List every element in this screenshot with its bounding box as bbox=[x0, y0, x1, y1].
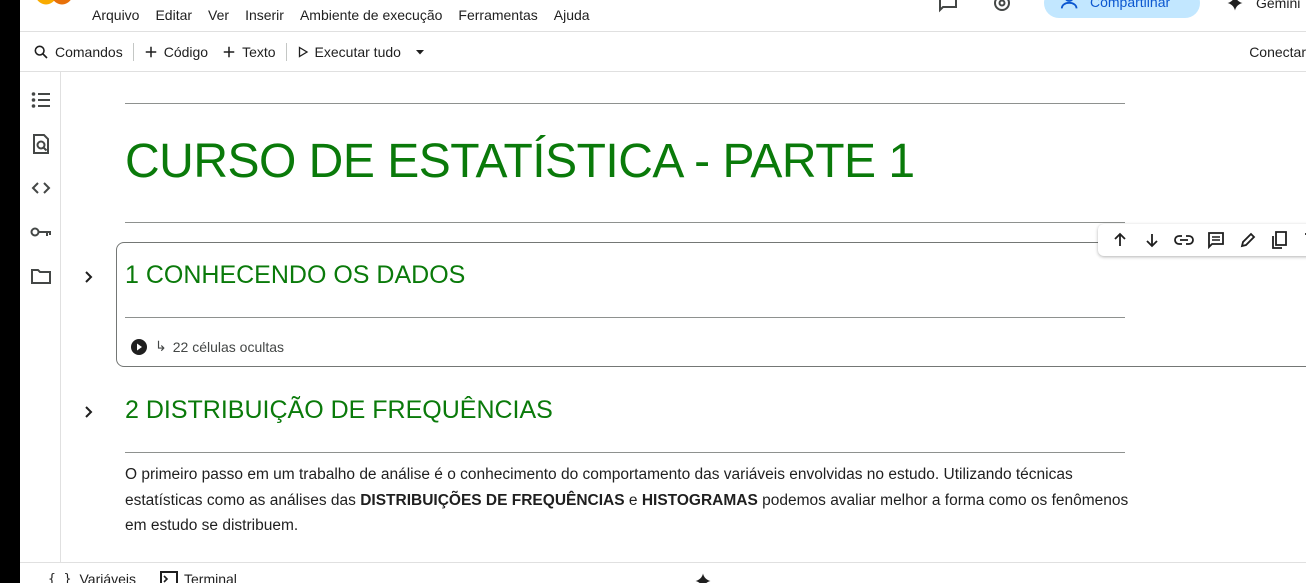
mirror-cell-icon[interactable] bbox=[1264, 224, 1296, 256]
notebook-area: CURSO DE ESTATÍSTICA - PARTE 1 1 CONHECE… bbox=[61, 72, 1306, 562]
connect-button[interactable]: Conectar bbox=[1249, 44, 1306, 60]
files-folder-icon[interactable] bbox=[30, 265, 52, 287]
hidden-cells-label: 22 células ocultas bbox=[172, 338, 285, 355]
gemini-sparkle-icon bbox=[1227, 0, 1243, 11]
terminal-button[interactable]: Terminal bbox=[160, 571, 237, 583]
search-icon bbox=[34, 45, 48, 59]
paragraph-bold-text: DISTRIBUIÇÕES DE FREQUÊNCIAS bbox=[360, 491, 625, 509]
menu-bar: Arquivo Editar Ver Inserir Ambiente de e… bbox=[20, 0, 1306, 31]
section-heading-2: 2 DISTRIBUIÇÃO DE FREQUÊNCIAS bbox=[125, 396, 553, 424]
horizontal-rule bbox=[125, 222, 1125, 223]
left-edge-strip bbox=[0, 0, 20, 583]
add-code-label: Código bbox=[163, 43, 209, 60]
horizontal-rule bbox=[125, 452, 1125, 453]
delete-icon[interactable] bbox=[1296, 224, 1306, 256]
bottom-status-bar: { } Variáveis Terminal bbox=[20, 562, 1306, 583]
terminal-label: Terminal bbox=[184, 571, 237, 583]
variables-button[interactable]: { } Variáveis bbox=[48, 571, 136, 583]
add-text-label: Texto bbox=[242, 43, 276, 60]
menu-inserir[interactable]: Inserir bbox=[245, 7, 284, 23]
toolbar-divider bbox=[285, 42, 287, 61]
caret-down-icon bbox=[415, 49, 424, 54]
move-up-icon[interactable] bbox=[1104, 224, 1136, 256]
link-icon[interactable] bbox=[1168, 224, 1200, 256]
play-circle-icon[interactable] bbox=[131, 338, 147, 355]
notebook-toolbar: Comandos Código Texto Executar tudo Cone… bbox=[20, 31, 1306, 72]
run-all-label: Executar tudo bbox=[314, 43, 401, 60]
section-heading-1: 1 CONHECENDO OS DADOS bbox=[125, 261, 466, 289]
hidden-cells-indicator[interactable]: ↳ 22 células ocultas bbox=[131, 338, 284, 355]
play-outline-icon bbox=[298, 45, 308, 58]
horizontal-rule bbox=[125, 317, 1125, 318]
plus-icon bbox=[145, 46, 156, 57]
main-menu: Arquivo Editar Ver Inserir Ambiente de e… bbox=[92, 7, 606, 23]
menu-arquivo[interactable]: Arquivo bbox=[92, 7, 139, 23]
secrets-key-icon[interactable] bbox=[30, 221, 52, 243]
commands-label: Comandos bbox=[55, 43, 123, 60]
share-button[interactable]: Compartilhar bbox=[1044, 0, 1200, 18]
menu-ver[interactable]: Ver bbox=[208, 7, 229, 23]
menu-ajuda[interactable]: Ajuda bbox=[554, 7, 590, 23]
toolbar-divider bbox=[132, 42, 134, 61]
cell-toolbar bbox=[1098, 224, 1306, 256]
commands-button[interactable]: Comandos bbox=[20, 32, 130, 71]
plus-icon bbox=[223, 46, 235, 57]
move-down-icon[interactable] bbox=[1136, 224, 1168, 256]
edit-icon[interactable] bbox=[1232, 224, 1264, 256]
notebook-title: CURSO DE ESTATÍSTICA - PARTE 1 bbox=[125, 135, 915, 188]
menu-ferramentas[interactable]: Ferramentas bbox=[458, 7, 537, 23]
expand-section-chevron-icon[interactable] bbox=[79, 267, 99, 287]
subdirectory-arrow-icon: ↳ bbox=[155, 338, 167, 354]
comments-icon[interactable] bbox=[936, 0, 960, 15]
comment-icon[interactable] bbox=[1200, 224, 1232, 256]
share-label: Compartilhar bbox=[1090, 0, 1171, 10]
add-text-button[interactable]: Texto bbox=[215, 32, 282, 71]
add-code-button[interactable]: Código bbox=[137, 32, 215, 71]
side-rail bbox=[20, 72, 61, 562]
menu-ambiente-de-execucao[interactable]: Ambiente de execução bbox=[300, 7, 442, 23]
braces-icon: { } bbox=[48, 571, 72, 583]
gemini-label: Gemini bbox=[1256, 0, 1301, 11]
run-all-button[interactable]: Executar tudo bbox=[290, 32, 408, 71]
expand-section-chevron-icon[interactable] bbox=[79, 402, 99, 422]
section-2-paragraph: O primeiro passo em um trabalho de análi… bbox=[125, 462, 1135, 539]
paragraph-bold-text: HISTOGRAMAS bbox=[641, 491, 758, 509]
toc-icon[interactable] bbox=[30, 89, 52, 111]
variables-label: Variáveis bbox=[79, 571, 137, 583]
colab-logo bbox=[37, 0, 71, 5]
code-snippets-icon[interactable] bbox=[30, 177, 52, 199]
settings-gear-icon[interactable] bbox=[990, 0, 1014, 15]
horizontal-rule bbox=[125, 103, 1125, 104]
gemini-button[interactable]: Gemini bbox=[1226, 0, 1306, 12]
gemini-sparkle-icon[interactable] bbox=[694, 572, 712, 583]
run-all-dropdown[interactable] bbox=[408, 32, 438, 71]
menu-editar[interactable]: Editar bbox=[155, 7, 192, 23]
header-actions: Compartilhar Gemini bbox=[936, 0, 1306, 18]
person-add-icon bbox=[1060, 0, 1078, 9]
terminal-icon bbox=[160, 571, 178, 583]
find-replace-icon[interactable] bbox=[30, 133, 52, 155]
paragraph-text: e bbox=[624, 491, 642, 509]
